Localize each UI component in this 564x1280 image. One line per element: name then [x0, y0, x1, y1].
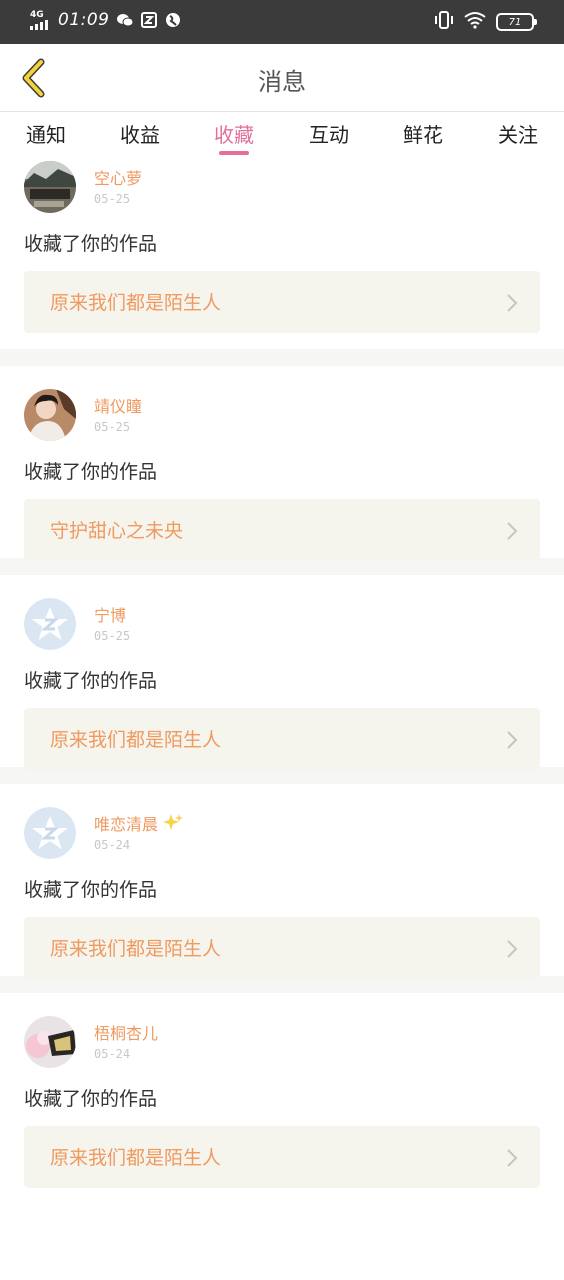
tab-earnings[interactable]: 收益: [105, 119, 175, 148]
work-title: 守护甜心之未央: [50, 520, 184, 542]
tab-favorites[interactable]: 收藏: [199, 119, 269, 148]
user-name[interactable]: 空心萝: [94, 165, 142, 189]
user-name[interactable]: 梧桐杏儿: [94, 1020, 158, 1044]
tab-flowers[interactable]: 鲜花: [388, 119, 458, 148]
portrait-avatar-icon: [24, 389, 76, 441]
tab-following[interactable]: 关注: [483, 119, 553, 148]
work-link[interactable]: 原来我们都是陌生人: [24, 271, 540, 333]
status-bar: 4G 01:09 71: [0, 0, 564, 44]
work-title: 原来我们都是陌生人: [50, 292, 222, 314]
avatar[interactable]: [24, 598, 76, 650]
item-date: 05-24: [94, 1047, 131, 1061]
action-text: 收藏了你的作品: [24, 233, 158, 255]
tab-bar: 通知 收益 收藏 互动 鲜花 关注: [0, 113, 564, 159]
action-text: 收藏了你的作品: [24, 879, 158, 901]
item-date: 05-25: [94, 629, 131, 643]
work-link[interactable]: 守护甜心之未央: [24, 499, 540, 561]
default-avatar-icon: [24, 598, 76, 650]
avatar[interactable]: [24, 1016, 76, 1068]
user-name[interactable]: 靖仪瞳: [94, 393, 142, 417]
chevron-right-icon: [507, 1149, 518, 1167]
illustration-avatar-icon: [24, 1016, 76, 1068]
chevron-right-icon: [507, 294, 518, 312]
battery-icon: 71: [496, 13, 537, 31]
avatar[interactable]: [24, 389, 76, 441]
tab-interactions[interactable]: 互动: [294, 119, 364, 148]
work-title: 原来我们都是陌生人: [50, 1147, 222, 1169]
divider: [0, 349, 564, 366]
item-date: 05-24: [94, 838, 131, 852]
browser-icon: [164, 11, 182, 29]
page-title: 消息: [258, 68, 306, 96]
list-item: 空心萝 05-25 收藏了你的作品 原来我们都是陌生人: [0, 159, 564, 349]
user-name[interactable]: 唯恋清晨: [94, 811, 184, 835]
action-text: 收藏了你的作品: [24, 670, 158, 692]
action-text: 收藏了你的作品: [24, 461, 158, 483]
avatar[interactable]: [24, 161, 76, 213]
item-date: 05-25: [94, 192, 131, 206]
list-item: 梧桐杏儿 05-24 收藏了你的作品 原来我们都是陌生人: [0, 993, 564, 1188]
chevron-right-icon: [507, 731, 518, 749]
wechat-icon: [116, 11, 134, 29]
user-name[interactable]: 宁博: [94, 602, 126, 626]
network-type: 4G: [30, 10, 44, 20]
status-time: 01:09: [58, 10, 110, 30]
work-link[interactable]: 原来我们都是陌生人: [24, 1126, 540, 1188]
tab-notifications[interactable]: 通知: [11, 119, 81, 148]
list-item: 靖仪瞳 05-25 收藏了你的作品 守护甜心之未央: [0, 366, 564, 561]
battery-level: 71: [508, 16, 522, 28]
item-date: 05-25: [94, 420, 131, 434]
vibrate-icon: [434, 11, 454, 33]
sparkles-icon: [163, 814, 184, 830]
work-title: 原来我们都是陌生人: [50, 938, 222, 960]
default-avatar-icon: [24, 807, 76, 859]
work-link[interactable]: 原来我们都是陌生人: [24, 917, 540, 979]
photo-avatar-icon: [24, 161, 76, 213]
signal-icon: 4G: [30, 10, 52, 30]
work-link[interactable]: 原来我们都是陌生人: [24, 708, 540, 770]
app-icon: [140, 11, 158, 29]
chevron-right-icon: [507, 940, 518, 958]
action-text: 收藏了你的作品: [24, 1088, 158, 1110]
list-item: 唯恋清晨 05-24 收藏了你的作品 原来我们都是陌生人: [0, 784, 564, 979]
status-bar-left: 4G 01:09: [30, 10, 182, 30]
tab-active-indicator: [219, 151, 249, 155]
app-header: 消息: [0, 44, 564, 112]
work-title: 原来我们都是陌生人: [50, 729, 222, 751]
status-bar-right: 71: [434, 11, 537, 33]
favorites-feed: 空心萝 05-25 收藏了你的作品 原来我们都是陌生人 靖仪瞳 05-25 收藏…: [0, 159, 564, 1188]
list-item: 宁博 05-25 收藏了你的作品 原来我们都是陌生人: [0, 575, 564, 770]
user-name-text: 唯恋清晨: [94, 815, 159, 834]
chevron-right-icon: [507, 522, 518, 540]
avatar[interactable]: [24, 807, 76, 859]
wifi-icon: [464, 11, 486, 33]
